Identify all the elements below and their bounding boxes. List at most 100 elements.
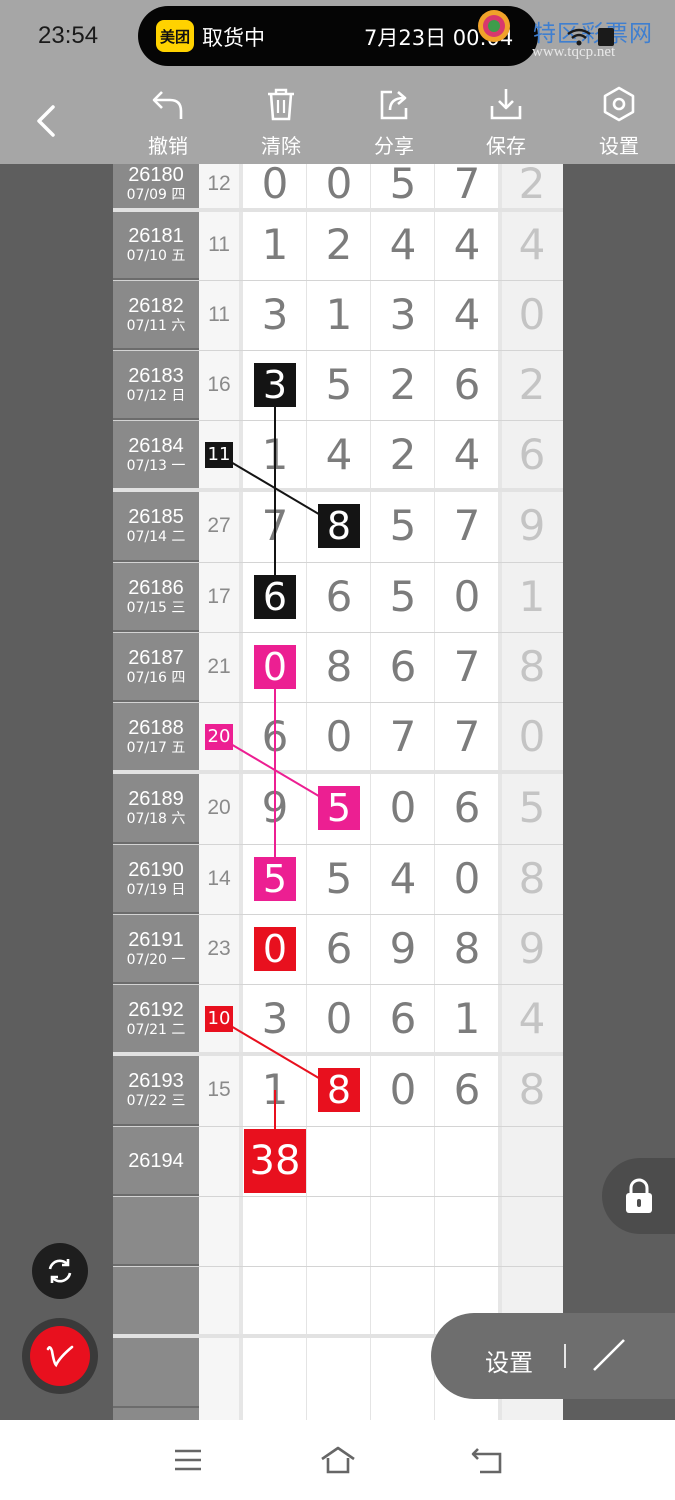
digit-cell[interactable]: 7 (435, 490, 499, 562)
digit-cell[interactable]: 2 (500, 350, 563, 420)
sync-button[interactable] (32, 1243, 88, 1299)
pen-button[interactable] (22, 1318, 98, 1394)
digit-cell[interactable]: 5 (307, 350, 371, 420)
save-button[interactable]: 保存 (466, 86, 546, 158)
highlight-badge[interactable]: 11 (205, 442, 233, 468)
line-tool-icon[interactable] (591, 1337, 627, 1373)
settings-pill[interactable]: 设置 (431, 1313, 675, 1399)
highlight-badge[interactable]: 8 (318, 504, 360, 548)
digit-cell[interactable]: 2 (371, 350, 435, 420)
digit-cell[interactable]: 6 (435, 350, 499, 420)
digit-cell[interactable] (500, 1126, 563, 1196)
share-button[interactable]: 分享 (354, 86, 434, 158)
digit-cell[interactable]: 1 (500, 562, 563, 632)
highlight-badge[interactable]: 5 (318, 786, 360, 830)
digit-cell[interactable] (500, 1196, 563, 1266)
clear-button[interactable]: 清除 (241, 86, 321, 158)
highlight-badge[interactable]: 3 (254, 363, 296, 407)
digit-cell[interactable] (243, 1266, 307, 1336)
digit-cell[interactable]: 4 (371, 844, 435, 914)
digit-cell[interactable]: 6 (371, 984, 435, 1054)
settings-button[interactable]: 设置 (579, 86, 659, 158)
digit-cell[interactable]: 0 (371, 1054, 435, 1126)
digit-cell[interactable]: 0 (435, 844, 499, 914)
digit-cell[interactable]: 3 (371, 280, 435, 350)
digit-cell[interactable]: 4 (371, 210, 435, 280)
highlight-badge[interactable]: 5 (254, 857, 296, 901)
digit-cell[interactable]: 7 (435, 164, 499, 210)
digit-cell[interactable]: 7 (435, 632, 499, 702)
digit-cell[interactable] (435, 1126, 499, 1196)
digit-cell[interactable]: 6 (243, 702, 307, 772)
highlight-badge[interactable]: 8 (318, 1068, 360, 1112)
digit-cell[interactable]: 0 (500, 280, 563, 350)
digit-cell[interactable]: 5 (500, 772, 563, 844)
digit-cell[interactable] (435, 1196, 499, 1266)
digit-cell[interactable]: 6 (500, 420, 563, 490)
digit-cell[interactable]: 5 (371, 164, 435, 210)
digit-cell[interactable]: 9 (500, 490, 563, 562)
digit-cell[interactable]: 4 (435, 210, 499, 280)
digit-cell[interactable]: 0 (243, 164, 307, 210)
digit-cell[interactable]: 2 (371, 420, 435, 490)
digit-cell[interactable] (307, 1266, 371, 1336)
highlight-badge[interactable]: 10 (205, 1006, 233, 1032)
digit-cell[interactable]: 1 (243, 1054, 307, 1126)
digit-cell[interactable]: 8 (307, 632, 371, 702)
menu-button[interactable] (168, 1442, 208, 1478)
digit-cell[interactable]: 0 (500, 702, 563, 772)
digit-cell[interactable]: 7 (243, 490, 307, 562)
digit-cell[interactable]: 8 (435, 914, 499, 984)
undo-button[interactable]: 撤销 (128, 86, 208, 158)
digit-cell[interactable]: 4 (500, 210, 563, 280)
digit-cell[interactable]: 4 (307, 420, 371, 490)
home-button[interactable] (318, 1442, 358, 1478)
digit-cell[interactable]: 1 (243, 420, 307, 490)
digit-cell[interactable] (307, 1126, 371, 1196)
trend-chart[interactable]: 26180 07/09 四 12 0 0 5 7 2 26181 07/10 五 11 1 2 4 4 4 26… (113, 164, 563, 1420)
digit-cell[interactable]: 9 (371, 914, 435, 984)
digit-cell[interactable]: 0 (307, 984, 371, 1054)
highlight-badge[interactable]: 38 (244, 1129, 306, 1193)
digit-cell[interactable]: 8 (500, 844, 563, 914)
digit-cell[interactable]: 8 (500, 1054, 563, 1126)
digit-cell[interactable]: 9 (243, 772, 307, 844)
digit-cell[interactable]: 9 (500, 914, 563, 984)
digit-cell[interactable] (371, 1336, 435, 1408)
digit-cell[interactable]: 5 (307, 844, 371, 914)
digit-cell[interactable]: 7 (371, 702, 435, 772)
digit-cell[interactable] (243, 1196, 307, 1266)
digit-cell[interactable]: 5 (371, 562, 435, 632)
digit-cell[interactable]: 1 (307, 280, 371, 350)
highlight-badge[interactable]: 6 (254, 575, 296, 619)
digit-cell[interactable]: 3 (243, 280, 307, 350)
highlight-badge[interactable]: 20 (205, 724, 233, 750)
highlight-badge[interactable]: 0 (254, 927, 296, 971)
digit-cell[interactable]: 3 (243, 984, 307, 1054)
highlight-badge[interactable]: 0 (254, 645, 296, 689)
digit-cell[interactable]: 5 (371, 490, 435, 562)
digit-cell[interactable]: 0 (371, 772, 435, 844)
digit-cell[interactable]: 6 (307, 562, 371, 632)
lock-button[interactable] (602, 1158, 675, 1234)
digit-cell[interactable]: 4 (435, 280, 499, 350)
digit-cell[interactable]: 0 (307, 702, 371, 772)
back-button[interactable] (24, 96, 68, 146)
digit-cell[interactable]: 0 (435, 562, 499, 632)
digit-cell[interactable] (371, 1266, 435, 1336)
digit-cell[interactable]: 6 (435, 1054, 499, 1126)
digit-cell[interactable]: 6 (371, 632, 435, 702)
digit-cell[interactable]: 6 (435, 772, 499, 844)
digit-cell[interactable] (307, 1196, 371, 1266)
digit-cell[interactable]: 4 (435, 420, 499, 490)
digit-cell[interactable]: 1 (435, 984, 499, 1054)
digit-cell[interactable] (371, 1126, 435, 1196)
digit-cell[interactable]: 7 (435, 702, 499, 772)
back-nav-button[interactable] (467, 1442, 507, 1478)
digit-cell[interactable]: 4 (500, 984, 563, 1054)
digit-cell[interactable]: 2 (307, 210, 371, 280)
digit-cell[interactable]: 2 (500, 164, 563, 210)
digit-cell[interactable]: 8 (500, 632, 563, 702)
digit-cell[interactable]: 6 (307, 914, 371, 984)
digit-cell[interactable] (371, 1196, 435, 1266)
